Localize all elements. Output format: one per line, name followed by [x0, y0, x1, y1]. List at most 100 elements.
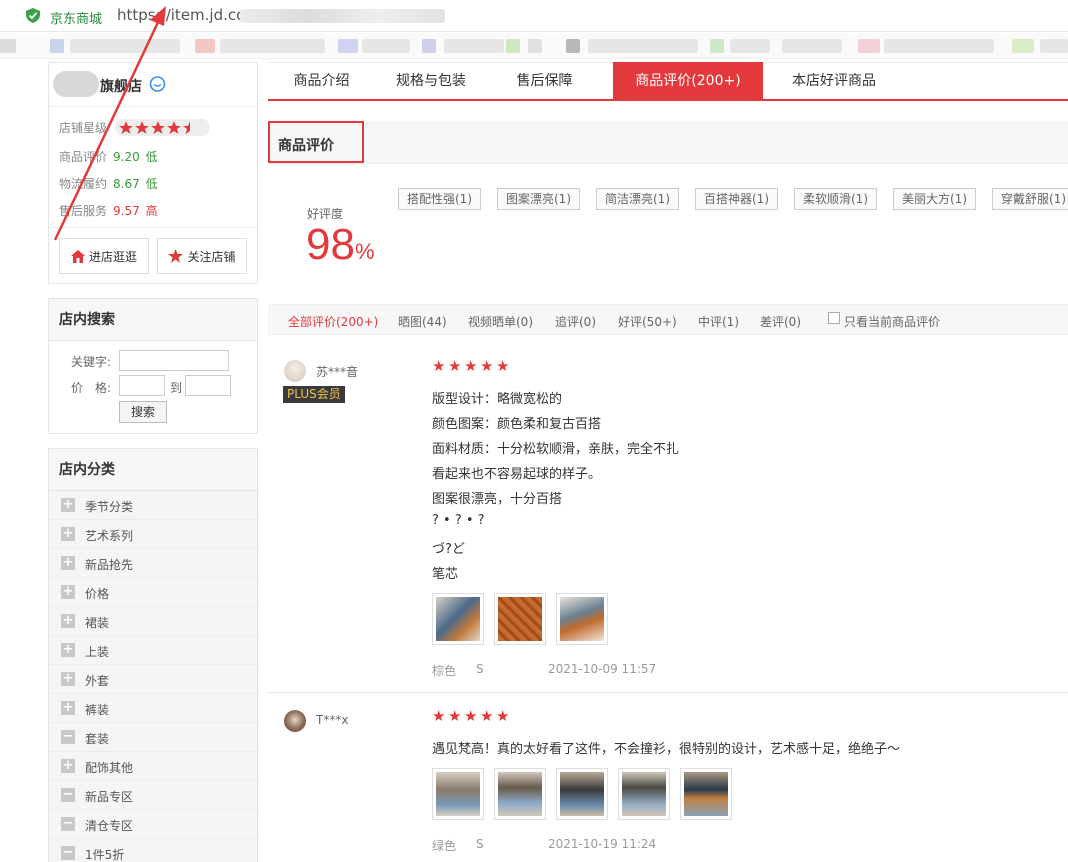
- review-text-line: 看起来也不容易起球的样子。: [432, 467, 602, 482]
- review-tag[interactable]: 搭配性强(1): [398, 188, 481, 210]
- category-item[interactable]: − 清仓专区: [49, 810, 257, 839]
- score-goods: 商品评价 9.20 低: [59, 150, 158, 164]
- expand-icon[interactable]: +: [61, 672, 75, 686]
- category-item[interactable]: + 外套: [49, 665, 257, 694]
- reviews-section-header: 商品评价: [268, 121, 1068, 164]
- review-filter-bar: 全部评价(200+) 晒图(44) 视频晒单(0) 追评(0) 好评(50+) …: [268, 304, 1068, 335]
- category-item[interactable]: + 上装: [49, 636, 257, 665]
- expand-icon[interactable]: +: [61, 498, 75, 512]
- expand-icon[interactable]: +: [61, 527, 75, 541]
- review-tag[interactable]: 百搭神器(1): [695, 188, 778, 210]
- review-photo-thumb[interactable]: [432, 768, 484, 820]
- star-icon: ★: [448, 707, 462, 725]
- review-color: 绿色: [432, 839, 457, 853]
- review-text-line: づ?ど: [432, 542, 465, 557]
- review-tag[interactable]: 美丽大方(1): [893, 188, 976, 210]
- filter-photos[interactable]: 晒图(44): [398, 313, 447, 330]
- filter-all[interactable]: 全部评价(200+): [288, 313, 378, 330]
- reviewer-name: T***x: [316, 713, 349, 727]
- review-text-line: 笔芯: [432, 567, 459, 582]
- review-date: 2021-10-19 11:24: [548, 837, 657, 851]
- filter-neutral[interactable]: 中评(1): [698, 313, 739, 330]
- follow-shop-button[interactable]: 关注店铺: [157, 238, 247, 274]
- expand-icon[interactable]: +: [61, 585, 75, 599]
- tab-aftersale[interactable]: 售后保障: [487, 62, 602, 101]
- category-item[interactable]: + 价格: [49, 578, 257, 607]
- review-photo-thumb[interactable]: [680, 768, 732, 820]
- tab-reviews[interactable]: 商品评价(200+): [613, 62, 763, 101]
- home-icon: [70, 249, 85, 263]
- tab-specs[interactable]: 规格与包装: [375, 62, 487, 101]
- expand-icon[interactable]: +: [61, 643, 75, 657]
- category-item[interactable]: + 季节分类: [49, 491, 257, 520]
- search-button[interactable]: 搜索: [119, 401, 167, 423]
- review-item: 苏***音 PLUS会员 ★ ★ ★ ★ ★ 版型设计：略微宽松的 颜色图案：颜色柔和复…: [268, 350, 1068, 693]
- tab-shop-favorites[interactable]: 本店好评商品: [773, 62, 895, 101]
- collapse-icon[interactable]: −: [61, 730, 75, 744]
- review-photo-thumb[interactable]: [494, 593, 546, 645]
- expand-icon[interactable]: +: [61, 701, 75, 715]
- category-item[interactable]: −1件5折: [49, 839, 257, 862]
- keyword-input[interactable]: [119, 350, 229, 371]
- collapse-icon[interactable]: −: [61, 817, 75, 831]
- keyword-label: 关键字:: [71, 355, 112, 369]
- shop-search-title: 店内搜索: [49, 299, 257, 341]
- review-photo-thumb[interactable]: [556, 768, 608, 820]
- browser-address-bar[interactable]: 京东商城 https://item.jd.com: [0, 0, 1068, 32]
- filter-bad[interactable]: 差评(0): [760, 313, 801, 330]
- review-text-line: ? • ? • ?: [432, 513, 485, 528]
- star-icon: ★: [480, 357, 494, 375]
- price-to-label: 到: [170, 381, 183, 395]
- avatar[interactable]: [284, 710, 306, 732]
- review-photo-thumb[interactable]: [556, 593, 608, 645]
- expand-icon[interactable]: +: [61, 556, 75, 570]
- enter-shop-button[interactable]: 进店逛逛: [59, 238, 149, 274]
- review-photo-thumb[interactable]: [494, 768, 546, 820]
- review-tag[interactable]: 图案漂亮(1): [497, 188, 580, 210]
- tab-intro[interactable]: 商品介绍: [268, 62, 375, 101]
- url-text[interactable]: https://item.jd.com: [117, 6, 260, 24]
- star-icon: ★: [432, 357, 446, 375]
- review-photo-thumb[interactable]: [432, 593, 484, 645]
- review-tag[interactable]: 简洁漂亮(1): [596, 188, 679, 210]
- expand-icon[interactable]: +: [61, 759, 75, 773]
- plus-badge: PLUS会员: [283, 386, 345, 403]
- expand-icon[interactable]: +: [61, 614, 75, 628]
- chat-icon[interactable]: [149, 76, 166, 93]
- star-icon: ★: [480, 707, 494, 725]
- price-min-input[interactable]: [119, 375, 165, 396]
- shop-categories: 店内分类 + 季节分类 + 艺术系列 + 新品抢先 + 价格 + 裙装 + 上装 + 外套 +…: [48, 448, 258, 862]
- category-item[interactable]: + 新品抢先: [49, 549, 257, 578]
- reviewer-name: 苏***音: [316, 365, 359, 379]
- score-logistics: 物流履约 8.67 低: [59, 177, 158, 191]
- filter-good[interactable]: 好评(50+): [618, 313, 677, 330]
- review-text-line: 颜色图案：颜色柔和复古百搭: [432, 417, 602, 432]
- review-color: 棕色: [432, 664, 457, 678]
- star-icon: ★: [464, 707, 478, 725]
- collapse-icon[interactable]: −: [61, 846, 75, 860]
- review-date: 2021-10-09 11:57: [548, 662, 657, 676]
- collapse-icon[interactable]: −: [61, 788, 75, 802]
- category-item[interactable]: + 配饰其他: [49, 752, 257, 781]
- only-current-checkbox[interactable]: [828, 312, 840, 324]
- filter-followup[interactable]: 追评(0): [555, 313, 596, 330]
- category-item[interactable]: + 裤装: [49, 694, 257, 723]
- review-tag[interactable]: 柔软顺滑(1): [794, 188, 877, 210]
- category-item[interactable]: + 裙装: [49, 607, 257, 636]
- category-item[interactable]: − 套装: [49, 723, 257, 752]
- review-text-line: 版型设计：略微宽松的: [432, 392, 563, 407]
- category-item[interactable]: − 新品专区: [49, 781, 257, 810]
- price-label: 价 格:: [71, 381, 112, 395]
- review-text-line: 遇见梵高！真的太好看了这件，不会撞衫，很特别的设计，艺术感十足，绝绝子～: [432, 742, 901, 757]
- star-icon: ★: [464, 357, 478, 375]
- avatar[interactable]: [284, 360, 306, 382]
- section-title: 商品评价: [278, 138, 334, 154]
- shop-name[interactable]: 旗舰店: [100, 76, 142, 96]
- categories-title: 店内分类: [49, 449, 257, 491]
- product-tabs: 商品介绍 规格与包装 售后保障 商品评价(200+) 本店好评商品: [268, 62, 1068, 101]
- price-max-input[interactable]: [185, 375, 231, 396]
- filter-videos[interactable]: 视频晒单(0): [468, 313, 533, 330]
- category-item[interactable]: + 艺术系列: [49, 520, 257, 549]
- review-tag[interactable]: 穿戴舒服(1): [992, 188, 1068, 210]
- review-photo-thumb[interactable]: [618, 768, 670, 820]
